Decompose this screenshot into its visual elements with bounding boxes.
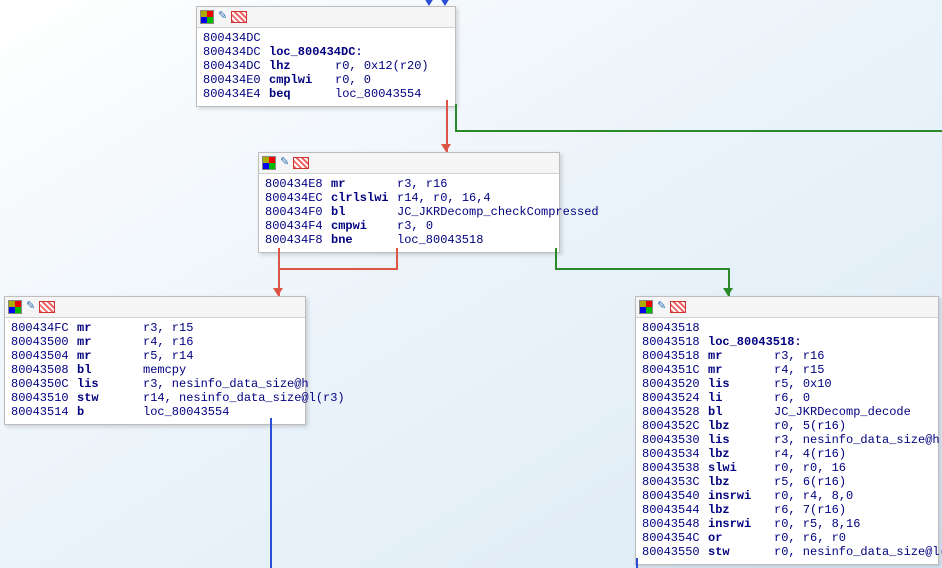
node-titlebar: ✎ — [5, 297, 305, 318]
chart-icon — [39, 301, 55, 313]
brush-icon: ✎ — [280, 158, 289, 169]
node-block3[interactable]: ✎ 800434FCmrr3, r1580043500mrr4, r168004… — [4, 296, 306, 425]
edge-red — [278, 268, 398, 270]
chart-icon — [293, 157, 309, 169]
disasm-block: 800434E8mrr3, r16800434ECclrlslwir14, r0… — [259, 174, 559, 252]
palette-icon — [8, 300, 22, 314]
edge-arrow-icon — [273, 288, 283, 296]
node-block1[interactable]: ✎ 800434DC800434DCloc_800434DC:800434DCl… — [196, 6, 456, 107]
node-block4[interactable]: ✎ 8004351880043518loc_80043518:80043518m… — [635, 296, 939, 565]
edge-red — [396, 248, 398, 270]
edge-blue — [270, 418, 272, 568]
edge-green — [455, 130, 942, 132]
edge-green — [555, 248, 557, 270]
node-titlebar: ✎ — [259, 153, 559, 174]
brush-icon: ✎ — [218, 12, 227, 23]
edge-green — [455, 104, 457, 130]
node-titlebar: ✎ — [197, 7, 455, 28]
chart-icon — [670, 301, 686, 313]
palette-icon — [200, 10, 214, 24]
edge-green — [555, 268, 730, 270]
disasm-block: 800434FCmrr3, r1580043500mrr4, r16800435… — [5, 318, 305, 424]
palette-icon — [639, 300, 653, 314]
node-titlebar: ✎ — [636, 297, 938, 318]
edge-arrow-icon — [723, 288, 733, 296]
disasm-block: 8004351880043518loc_80043518:80043518mrr… — [636, 318, 938, 564]
node-block2[interactable]: ✎ 800434E8mrr3, r16800434ECclrlslwir14, … — [258, 152, 560, 253]
edge-arrow-icon — [441, 144, 451, 152]
disasm-block: 800434DC800434DCloc_800434DC:800434DClhz… — [197, 28, 455, 106]
edge-blue — [636, 558, 638, 568]
brush-icon: ✎ — [26, 302, 35, 313]
palette-icon — [262, 156, 276, 170]
brush-icon: ✎ — [657, 302, 666, 313]
chart-icon — [231, 11, 247, 23]
